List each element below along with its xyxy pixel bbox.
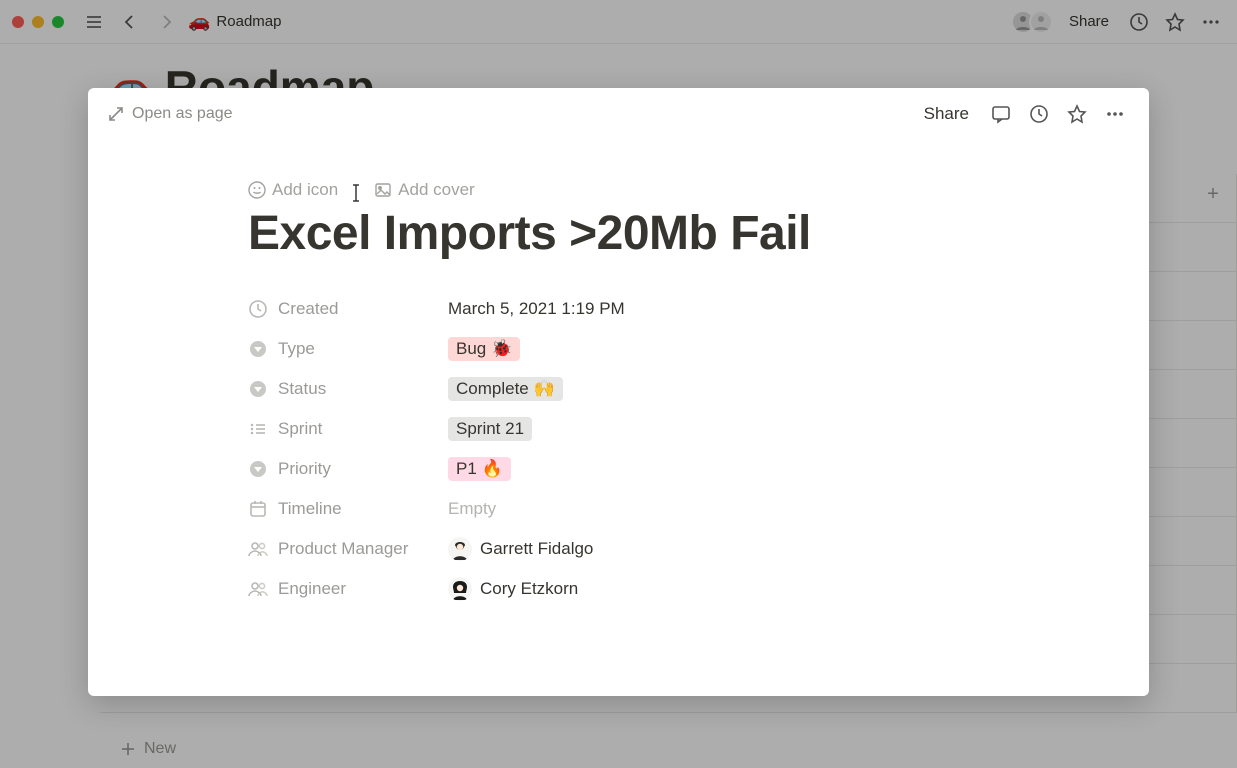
chevron-icon [248,459,268,479]
menu-icon[interactable] [80,8,108,36]
tag-pill: Complete 🙌 [448,377,563,401]
avatar [448,577,472,601]
window-minimize[interactable] [32,16,44,28]
window-controls [12,16,64,28]
breadcrumb-label: Roadmap [216,13,281,30]
property-label: Sprint [248,419,448,439]
property-label: Engineer [248,579,448,599]
modal-share-button[interactable]: Share [916,100,977,128]
comments-icon[interactable] [987,100,1015,128]
add-column-button[interactable]: + [1193,174,1233,214]
property-list: Created March 5, 2021 1:19 PM Type Bug 🐞 Sta… [248,289,989,609]
add-icon-label: Add icon [272,180,338,200]
property-label: Type [248,339,448,359]
property-row-status[interactable]: Status Complete 🙌 [248,369,989,409]
record-modal: Open as page Share Add icon [88,88,1149,696]
property-row-priority[interactable]: Priority P1 🔥 [248,449,989,489]
more-icon[interactable] [1101,100,1129,128]
property-label-text: Type [278,339,315,359]
person-name: Cory Etzkorn [480,579,578,599]
property-label-text: Engineer [278,579,346,599]
breadcrumb[interactable]: 🚗 Roadmap [188,11,281,32]
property-label: Timeline [248,499,448,519]
property-label-text: Sprint [278,419,322,439]
favorite-icon[interactable] [1063,100,1091,128]
updates-icon[interactable] [1025,100,1053,128]
property-value[interactable]: Garrett Fidalgo [448,537,593,561]
person-name: Garrett Fidalgo [480,539,593,559]
property-value[interactable]: Cory Etzkorn [448,577,578,601]
property-row-product-manager[interactable]: Product Manager Garrett Fidalgo [248,529,989,569]
list-icon [248,419,268,439]
property-label-text: Timeline [278,499,342,519]
property-value[interactable]: Complete 🙌 [448,377,563,401]
open-as-page-button[interactable]: Open as page [108,105,233,123]
property-value[interactable]: Sprint 21 [448,417,532,441]
property-label: Product Manager [248,539,448,559]
property-row-type[interactable]: Type Bug 🐞 [248,329,989,369]
favorite-icon[interactable] [1161,8,1189,36]
window-close[interactable] [12,16,24,28]
add-icon-button[interactable]: Add icon [248,180,338,200]
app-topbar: 🚗 Roadmap Share [0,0,1237,44]
property-label-text: Product Manager [278,539,408,559]
property-label-text: Status [278,379,326,399]
add-icon-cover-row: Add icon Add cover [248,180,989,200]
property-label: Priority [248,459,448,479]
person-icon [248,539,268,559]
property-value[interactable]: Bug 🐞 [448,337,520,361]
property-value[interactable]: Empty [448,499,496,519]
text-value: March 5, 2021 1:19 PM [448,299,625,319]
property-label-text: Priority [278,459,331,479]
window-maximize[interactable] [52,16,64,28]
chevron-icon [248,339,268,359]
person-icon [248,579,268,599]
open-as-page-label: Open as page [132,105,233,123]
tag-pill: P1 🔥 [448,457,511,481]
avatar [1029,10,1053,34]
tag-pill: Sprint 21 [448,417,532,441]
nav-back-icon[interactable] [116,8,144,36]
text-cursor-icon [352,183,360,203]
updates-icon[interactable] [1125,8,1153,36]
property-value[interactable]: March 5, 2021 1:19 PM [448,299,625,319]
person-value: Cory Etzkorn [448,577,578,601]
property-row-timeline[interactable]: Timeline Empty [248,489,989,529]
property-row-engineer[interactable]: Engineer Cory Etzkorn [248,569,989,609]
new-row-label: New [144,740,176,758]
property-value[interactable]: P1 🔥 [448,457,511,481]
nav-forward-icon[interactable] [152,8,180,36]
chevron-icon [248,379,268,399]
property-row-sprint[interactable]: Sprint Sprint 21 [248,409,989,449]
share-button[interactable]: Share [1061,9,1117,34]
record-title[interactable]: Excel Imports >20Mb Fail [248,206,989,261]
breadcrumb-emoji-icon: 🚗 [188,11,210,32]
presence-avatars[interactable] [1017,10,1053,34]
person-value: Garrett Fidalgo [448,537,593,561]
property-row-created[interactable]: Created March 5, 2021 1:19 PM [248,289,989,329]
avatar [448,537,472,561]
modal-toolbar: Open as page Share [88,88,1149,140]
empty-value: Empty [448,499,496,519]
add-cover-label: Add cover [398,180,475,200]
property-label-text: Created [278,299,338,319]
property-label: Created [248,299,448,319]
property-label: Status [248,379,448,399]
new-row-button[interactable]: New [120,740,176,758]
calendar-icon [248,499,268,519]
tag-pill: Bug 🐞 [448,337,520,361]
add-cover-button[interactable]: Add cover [374,180,475,200]
more-icon[interactable] [1197,8,1225,36]
modal-content: Add icon Add cover Excel Imports >20Mb F… [88,140,1149,696]
clock-icon [248,299,268,319]
